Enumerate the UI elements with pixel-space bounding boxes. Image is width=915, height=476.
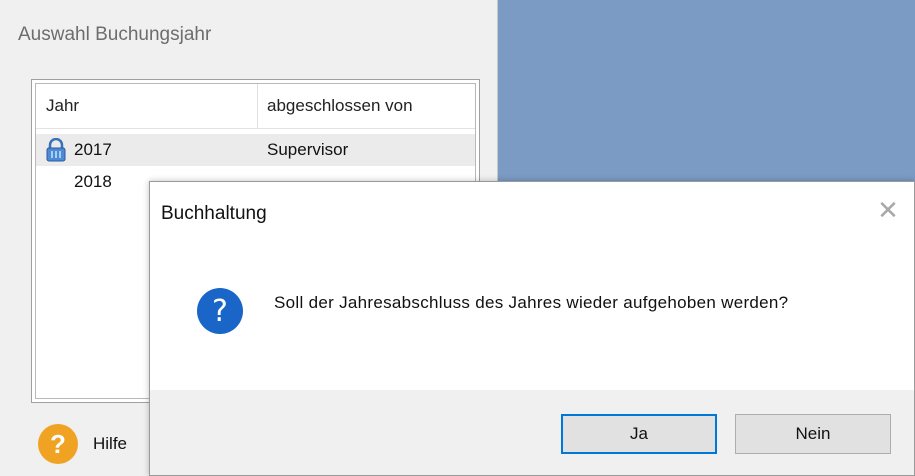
question-mark-icon[interactable]: ?: [38, 424, 78, 464]
dialog-footer: Ja Nein: [150, 390, 914, 475]
dialog-title: Buchhaltung: [161, 203, 267, 224]
lock-icon: [46, 138, 66, 162]
window-title: Auswahl Buchungsjahr: [18, 24, 212, 45]
dialog-message: Soll der Jahresabschluss des Jahres wied…: [274, 293, 789, 312]
yes-button[interactable]: Ja: [561, 414, 717, 454]
question-icon: ?: [197, 288, 243, 334]
no-button[interactable]: Nein: [735, 414, 891, 454]
year-cell: 2017: [74, 140, 112, 159]
list-header: Jahr abgeschlossen von: [36, 84, 475, 129]
column-separator[interactable]: [257, 84, 258, 128]
close-icon[interactable]: ✕: [876, 197, 900, 223]
column-header-closed-by[interactable]: abgeschlossen von: [267, 96, 413, 116]
year-cell: 2018: [74, 172, 112, 191]
column-header-year[interactable]: Jahr: [46, 96, 79, 116]
confirm-dialog: Buchhaltung ✕ ? Soll der Jahresabschluss…: [149, 181, 915, 476]
help-button-label[interactable]: Hilfe: [93, 434, 127, 454]
closed-by-cell: Supervisor: [267, 140, 349, 159]
table-row[interactable]: 2017 Supervisor: [36, 134, 475, 166]
